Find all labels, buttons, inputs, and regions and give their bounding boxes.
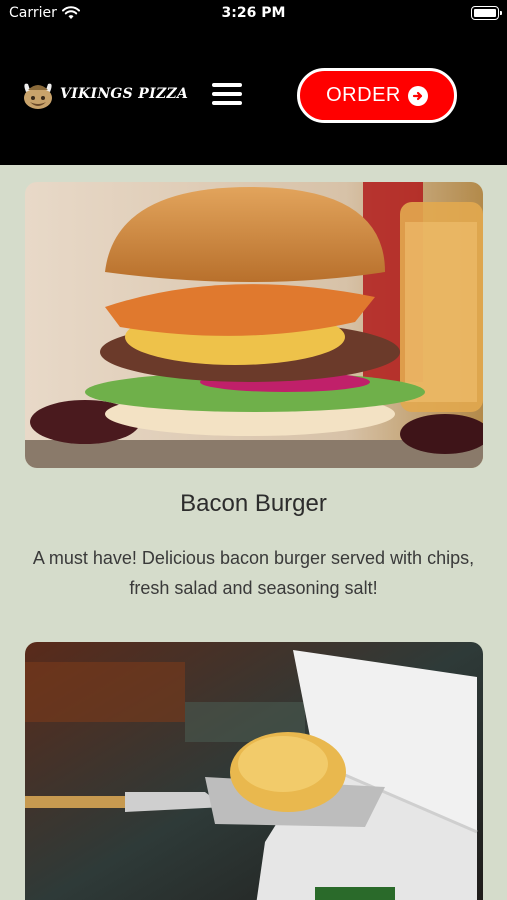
- order-button-label: ORDER: [326, 84, 401, 106]
- calzone-pizza-box-photo[interactable]: [25, 642, 483, 900]
- viking-logo-icon: [24, 83, 52, 109]
- order-button[interactable]: ORDER: [297, 68, 457, 123]
- status-bar: Carrier 3:26 PM: [0, 0, 507, 28]
- battery-icon: [471, 6, 502, 20]
- bacon-burger-photo[interactable]: [25, 182, 483, 468]
- menu-item-title: Bacon Burger: [180, 490, 327, 517]
- menu-item-description: A must have! Delicious bacon burger serv…: [32, 548, 475, 598]
- brand-name[interactable]: VIKINGS PIZZA: [60, 86, 188, 102]
- hamburger-menu-icon[interactable]: [212, 83, 242, 107]
- arrow-circle-right-icon: [407, 85, 428, 106]
- status-time: 3:26 PM: [221, 5, 286, 21]
- app-header: Carrier 3:26 PM VIKINGS PIZZA ORDER: [0, 0, 507, 165]
